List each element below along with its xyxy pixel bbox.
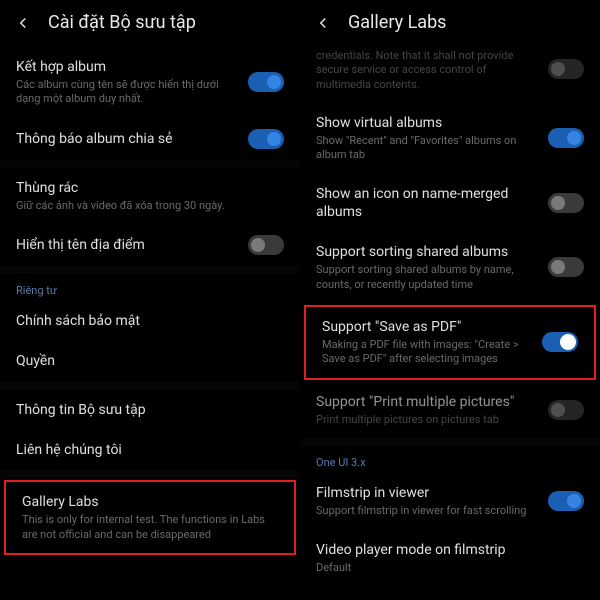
highlight-gallery-labs: Gallery Labs This is only for internal t… (4, 480, 296, 555)
item-video-mode[interactable]: Video player mode on filmstrip Default (300, 530, 600, 586)
item-title: Thông tin Bộ sưu tập (16, 401, 272, 419)
item-title: Hiển thị tên địa điểm (16, 236, 236, 254)
item-desc: Support sorting shared albums by name, c… (316, 263, 536, 292)
item-desc: Các album cùng tên sẽ được hiển thị dưới… (16, 78, 236, 107)
divider (0, 160, 300, 168)
item-desc: Print multiple pictures on pictures tab (316, 413, 536, 427)
right-panel: Gallery Labs credentials. Note that it s… (300, 0, 600, 600)
toggle-print-multi[interactable] (548, 400, 584, 420)
item-title: Liên hệ chúng tôi (16, 441, 272, 459)
toggle-credentials[interactable] (548, 59, 584, 79)
item-title: Thông báo album chia sẻ (16, 130, 236, 148)
item-virtual-albums[interactable]: Show virtual albums Show "Recent" and "F… (300, 103, 600, 174)
item-filmstrip[interactable]: Filmstrip in viewer Support filmstrip in… (300, 473, 600, 529)
page-title-left: Cài đặt Bộ sưu tập (48, 12, 196, 33)
item-title: Support sorting shared albums (316, 243, 536, 261)
item-title: Show virtual albums (316, 114, 536, 132)
page-title-right: Gallery Labs (348, 12, 446, 33)
right-header: Gallery Labs (300, 0, 600, 47)
back-icon[interactable] (314, 14, 332, 32)
toggle-save-pdf[interactable] (542, 332, 578, 352)
item-title: Kết hợp album (16, 58, 236, 76)
divider (0, 266, 300, 274)
section-privacy: Riêng tư (0, 274, 300, 301)
item-sorting-shared[interactable]: Support sorting shared albums Support so… (300, 232, 600, 303)
item-desc: Show "Recent" and "Favorites" albums on … (316, 134, 536, 163)
divider (300, 438, 600, 446)
item-title: Support "Save as PDF" (322, 318, 530, 336)
item-permissions[interactable]: Quyền (0, 341, 300, 381)
item-merged-icon[interactable]: Show an icon on name-merged albums (300, 174, 600, 232)
toggle-shared-notif[interactable] (248, 129, 284, 149)
item-title: Quyền (16, 352, 272, 370)
item-desc: credentials. Note that it shall not prov… (316, 49, 536, 92)
left-header: Cài đặt Bộ sưu tập (0, 0, 300, 47)
toggle-combine[interactable] (248, 72, 284, 92)
item-gallery-labs[interactable]: Gallery Labs This is only for internal t… (6, 482, 294, 553)
item-print-multi[interactable]: Support "Print multiple pictures" Print … (300, 382, 600, 438)
item-desc: Giữ các ảnh và video đã xóa trong 30 ngà… (16, 199, 272, 213)
item-shared-notif[interactable]: Thông báo album chia sẻ (0, 118, 300, 160)
item-desc: Default (316, 561, 572, 575)
toggle-merged-icon[interactable] (548, 193, 584, 213)
toggle-filmstrip[interactable] (548, 491, 584, 511)
divider (0, 470, 300, 478)
item-title: Show an icon on name-merged albums (316, 185, 536, 221)
item-desc: Making a PDF file with images: "Create >… (322, 338, 530, 367)
section-oneui: One UI 3.x (300, 446, 600, 473)
item-title: Filmstrip in viewer (316, 484, 536, 502)
item-location[interactable]: Hiển thị tên địa điểm (0, 224, 300, 266)
left-panel: Cài đặt Bộ sưu tập Kết hợp album Các alb… (0, 0, 300, 600)
toggle-location[interactable] (248, 235, 284, 255)
item-about[interactable]: Thông tin Bộ sưu tập (0, 390, 300, 430)
item-title: Support "Print multiple pictures" (316, 393, 536, 411)
item-title: Gallery Labs (22, 493, 266, 511)
toggle-sorting[interactable] (548, 257, 584, 277)
highlight-save-pdf: Support "Save as PDF" Making a PDF file … (304, 305, 596, 380)
item-desc: Support filmstrip in viewer for fast scr… (316, 504, 536, 518)
toggle-virtual[interactable] (548, 128, 584, 148)
divider (0, 382, 300, 390)
item-title: Video player mode on filmstrip (316, 541, 572, 559)
back-icon[interactable] (14, 14, 32, 32)
item-privacy-policy[interactable]: Chính sách bảo mật (0, 301, 300, 341)
item-credentials-partial[interactable]: credentials. Note that it shall not prov… (300, 47, 600, 103)
item-desc: This is only for internal test. The func… (22, 513, 266, 542)
item-combine-album[interactable]: Kết hợp album Các album cùng tên sẽ được… (0, 47, 300, 118)
item-title: Thùng rác (16, 179, 272, 197)
item-save-pdf[interactable]: Support "Save as PDF" Making a PDF file … (306, 307, 594, 378)
item-contact[interactable]: Liên hệ chúng tôi (0, 430, 300, 470)
item-title: Chính sách bảo mật (16, 312, 272, 330)
item-trash[interactable]: Thùng rác Giữ các ảnh và video đã xóa tr… (0, 168, 300, 224)
